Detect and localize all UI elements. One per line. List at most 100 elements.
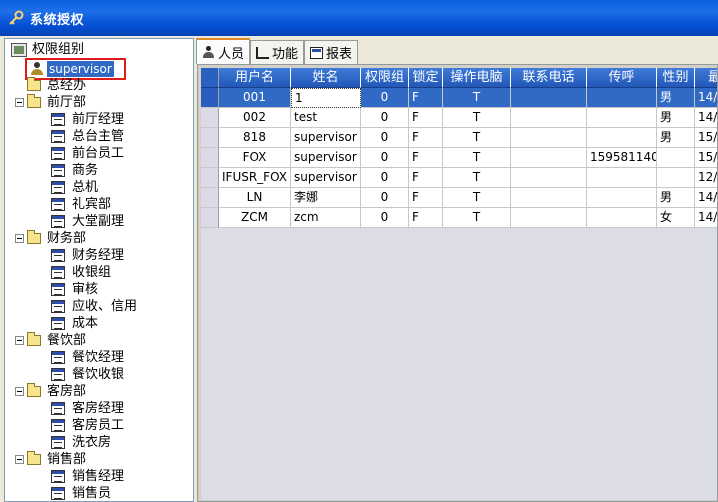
table-cell[interactable]: 14/ [695,108,717,128]
table-cell[interactable]: 15/ [695,148,717,168]
permission-tree[interactable]: 权限组别 supervisor 总经办 前厅部 前厅经理 总台主管 前台员工 商务 总机 礼宾… [4,38,194,502]
table-cell[interactable]: 001 [219,88,291,108]
table-cell[interactable] [511,188,587,208]
table-cell[interactable]: 0 [361,188,409,208]
table-cell[interactable]: zcm [291,208,361,228]
table-cell[interactable]: ZCM [219,208,291,228]
tree-item[interactable]: 前厅经理 [51,111,126,128]
table-cell[interactable]: 0 [361,108,409,128]
column-header[interactable]: 操作电脑 [443,68,511,88]
column-header[interactable]: 最 [695,68,717,88]
column-header[interactable]: 用户名 [219,68,291,88]
tree-item[interactable]: 大堂副理 [51,213,126,230]
collapse-icon[interactable] [15,336,24,345]
table-cell[interactable]: test [291,108,361,128]
table-row[interactable]: 001 1 0 F T 男 14/ [201,88,717,108]
table-cell[interactable]: T [443,128,511,148]
collapse-icon[interactable] [15,387,24,396]
tree-item[interactable]: 礼宾部 [51,196,113,213]
tree-item[interactable]: 收银组 [51,264,113,281]
user-grid[interactable]: 用户名姓名权限组锁定操作电脑联系电话传呼性别最00110FT男14/002tes… [201,68,717,500]
table-cell[interactable]: T [443,188,511,208]
tab-report[interactable]: 报表 [304,40,359,64]
table-cell[interactable]: 0 [361,208,409,228]
table-cell[interactable] [511,208,587,228]
table-cell[interactable]: LN [219,188,291,208]
table-cell[interactable]: 1 [291,88,361,108]
collapse-icon[interactable] [15,455,24,464]
table-row[interactable]: IFUSR_FOX supervisor 0 F T 12/ [201,168,717,188]
table-cell[interactable]: T [443,148,511,168]
table-cell[interactable]: 李娜 [291,188,361,208]
tree-item[interactable]: 客房经理 [51,400,126,417]
table-cell[interactable] [587,108,657,128]
row-indicator[interactable] [201,128,219,148]
table-cell[interactable]: 女 [657,208,695,228]
column-header[interactable]: 传呼 [587,68,657,88]
tree-item[interactable]: 客房员工 [51,417,126,434]
table-cell[interactable] [587,88,657,108]
table-cell[interactable]: IFUSR_FOX [219,168,291,188]
table-cell[interactable] [587,188,657,208]
table-cell[interactable]: supervisor [291,148,361,168]
tree-folder[interactable]: 财务部 [15,230,88,247]
table-row[interactable]: FOXsupervisor0FT 1595811405 15/ [201,148,717,168]
tree-item[interactable]: 前台员工 [51,145,126,162]
tree-item[interactable]: 洗衣房 [51,434,113,451]
column-header[interactable]: 权限组 [361,68,409,88]
table-cell[interactable]: supervisor [291,168,361,188]
tree-item[interactable]: 餐饮收银 [51,366,126,383]
table-cell[interactable]: 002 [219,108,291,128]
row-indicator[interactable] [201,88,219,108]
table-cell[interactable]: 0 [361,148,409,168]
collapse-icon[interactable] [15,98,24,107]
table-cell[interactable]: 818 [219,128,291,148]
table-row[interactable]: LN 李娜 0 F T 男 14/ [201,188,717,208]
table-cell[interactable]: T [443,88,511,108]
table-cell[interactable]: F [409,188,443,208]
table-cell[interactable]: 14/ [695,188,717,208]
table-cell[interactable] [511,108,587,128]
table-cell[interactable]: 14/ [695,208,717,228]
table-cell[interactable]: 男 [657,188,695,208]
row-indicator[interactable] [201,188,219,208]
table-cell[interactable] [587,168,657,188]
table-cell[interactable] [511,168,587,188]
tree-folder[interactable]: 前厅部 [15,94,88,111]
tree-item[interactable]: 成本 [51,315,100,332]
column-header[interactable]: 联系电话 [511,68,587,88]
row-indicator[interactable] [201,108,219,128]
tree-root[interactable]: 权限组别 [11,41,86,58]
table-cell[interactable]: F [409,208,443,228]
table-row[interactable]: ZCM zcm 0 F T 女 14/ [201,208,717,228]
tree-item[interactable]: 总台主管 [51,128,126,145]
tab-function[interactable]: 功能 [250,40,305,64]
table-cell[interactable]: 1595811405 [587,148,657,168]
table-cell[interactable]: 男 [657,88,695,108]
table-cell[interactable] [511,88,587,108]
table-row[interactable]: 818 supervisor 0 F T 男 15/ [201,128,717,148]
table-cell[interactable]: F [409,88,443,108]
collapse-icon[interactable] [15,234,24,243]
tab-personnel[interactable]: 人员 [196,38,251,64]
tree-folder[interactable]: 客房部 [15,383,88,400]
table-cell[interactable]: 0 [361,168,409,188]
table-cell[interactable] [587,128,657,148]
column-header[interactable]: 性别 [657,68,695,88]
tree-item[interactable]: 销售员 [51,485,113,501]
tree-item[interactable]: 餐饮经理 [51,349,126,366]
tree-item[interactable]: 销售经理 [51,468,126,485]
table-cell[interactable] [657,168,695,188]
table-cell[interactable]: 0 [361,128,409,148]
table-cell[interactable]: T [443,168,511,188]
tree-item[interactable]: 商务 [51,162,100,179]
table-cell[interactable] [511,128,587,148]
table-cell[interactable] [657,148,695,168]
table-cell[interactable]: T [443,208,511,228]
tree-item[interactable]: 应收、信用 [51,298,139,315]
table-cell[interactable]: 男 [657,108,695,128]
tree-item[interactable]: 审核 [51,281,100,298]
table-cell[interactable]: supervisor [291,128,361,148]
table-cell[interactable]: T [443,108,511,128]
table-cell[interactable] [511,148,587,168]
